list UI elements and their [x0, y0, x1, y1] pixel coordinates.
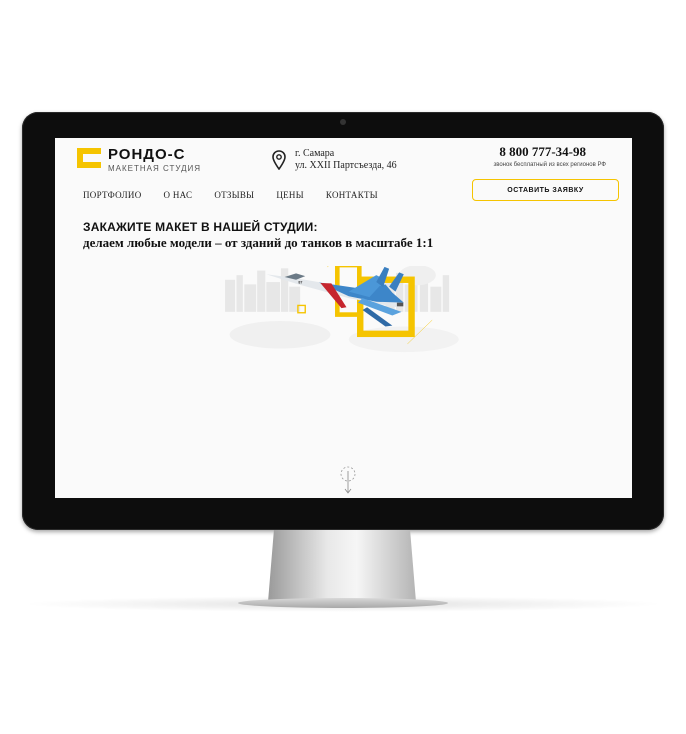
cloud-left — [229, 321, 331, 349]
webcam — [340, 119, 346, 125]
nav-item-about[interactable]: О НАС — [164, 190, 193, 200]
nav-item-portfolio[interactable]: ПОРТФОЛИО — [83, 190, 142, 200]
hero-title: ЗАКАЖИТЕ МАКЕТ В НАШЕЙ СТУДИИ: — [83, 220, 318, 234]
leave-request-button[interactable]: ОСТАВИТЬ ЗАЯВКУ — [472, 179, 619, 201]
brand-logo-icon[interactable] — [77, 148, 101, 168]
map-pin-icon — [272, 150, 286, 170]
phone-number[interactable]: 8 800 777-34-98 — [499, 144, 586, 160]
monitor-base — [238, 598, 448, 608]
brand-name[interactable]: РОНДО-С — [108, 146, 186, 163]
monitor-stand — [268, 530, 416, 602]
cloud-right — [348, 326, 459, 353]
brand-tagline: МАКЕТНАЯ СТУДИЯ — [108, 164, 202, 173]
nav-item-reviews[interactable]: ОТЗЫВЫ — [214, 190, 254, 200]
nav-item-contacts[interactable]: КОНТАКТЫ — [326, 190, 378, 200]
address-street: ул. XXII Партсъезда, 46 — [295, 160, 397, 171]
main-nav: ПОРТФОЛИО О НАС ОТЗЫВЫ ЦЕНЫ КОНТАКТЫ — [83, 190, 400, 200]
hero-subtitle: делаем любые модели – от зданий до танко… — [83, 235, 434, 250]
scroll-down-icon[interactable] — [340, 466, 356, 496]
address-city: г. Самара — [295, 148, 335, 159]
website-screen: РОНДО-С МАКЕТНАЯ СТУДИЯ г. Самара ул. XX… — [55, 138, 632, 498]
nav-item-prices[interactable]: ЦЕНЫ — [276, 190, 304, 200]
aircraft-number: 87 — [298, 280, 302, 284]
phone-note: звонок бесплатный из всех регионов РФ — [493, 162, 606, 168]
hero-illustration: 87 — [225, 266, 459, 353]
